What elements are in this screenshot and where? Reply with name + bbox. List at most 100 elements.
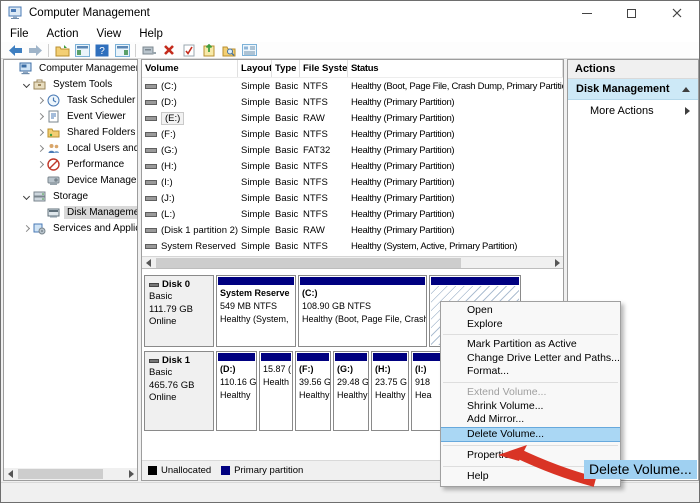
column-header-file-system[interactable]: File System (300, 60, 348, 77)
menu-file[interactable]: File (1, 25, 38, 42)
sidebar-item-device-manager[interactable]: Device Manager (4, 172, 137, 188)
menu-item-shrink-volume[interactable]: Shrink Volume... (441, 400, 620, 414)
collapse-icon[interactable] (682, 87, 690, 92)
scroll-right-icon[interactable] (551, 257, 563, 269)
disk-icon (149, 283, 159, 287)
menu-item-delete-volume[interactable]: Delete Volume... (441, 427, 620, 443)
menu-item-mark-partition-as-active[interactable]: Mark Partition as Active (441, 338, 620, 352)
sidebar-item-services-and-applications[interactable]: Services and Applications (4, 220, 137, 236)
volume-row[interactable]: (C:)SimpleBasicNTFSHealthy (Boot, Page F… (142, 78, 563, 94)
menu-item-change-drive-letter-and-paths[interactable]: Change Drive Letter and Paths... (441, 352, 620, 366)
properties-button[interactable] (239, 42, 259, 58)
menu-help[interactable]: Help (130, 25, 172, 42)
volume-row[interactable]: (H:)SimpleBasicNTFSHealthy (Primary Part… (142, 158, 563, 174)
check-document-button[interactable] (179, 42, 199, 58)
close-button[interactable] (654, 1, 699, 25)
sidebar-item-shared-folders[interactable]: Shared Folders (4, 124, 137, 140)
sidebar-item-computer-management-local[interactable]: Computer Management (Local (4, 60, 137, 76)
column-header-volume[interactable]: Volume (142, 60, 238, 77)
disk-header[interactable]: Disk 1Basic465.76 GBOnline (144, 351, 214, 431)
check-document-icon (183, 44, 195, 57)
partition-d[interactable]: (D:)110.16 GHealthy (216, 351, 257, 431)
actions-group-disk-management[interactable]: Disk Management (568, 79, 698, 100)
help-button[interactable]: ? (92, 42, 112, 58)
forward-button[interactable] (25, 42, 45, 58)
delete-x-button[interactable] (159, 42, 179, 58)
menu-item-explore[interactable]: Explore (441, 318, 620, 332)
cell: RAW (300, 222, 348, 238)
volume-icon (145, 100, 157, 105)
more-actions-item[interactable]: More Actions (568, 100, 698, 122)
partition-systemreserve[interactable]: System Reserve549 MB NTFSHealthy (System… (216, 275, 296, 347)
volume-row[interactable]: (G:)SimpleBasicFAT32Healthy (Primary Par… (142, 142, 563, 158)
expander-closed-icon[interactable] (34, 95, 47, 105)
sidebar-item-local-users-and-groups[interactable]: Local Users and Groups (4, 140, 137, 156)
partition[interactable]: 15.87 (Health (259, 351, 293, 431)
expander-closed-icon[interactable] (34, 143, 47, 153)
cell: Healthy (Primary Partition) (348, 126, 563, 142)
cell: Simple (238, 78, 272, 94)
partition-f[interactable]: (F:)39.56 GHealthy (295, 351, 331, 431)
volume-row[interactable]: (I:)SimpleBasicNTFSHealthy (Primary Part… (142, 174, 563, 190)
cell: Simple (238, 142, 272, 158)
partition-status-bar (218, 353, 255, 361)
partition-size: 15.87 ( (263, 363, 289, 376)
expander-open-icon[interactable] (20, 79, 33, 89)
volume-row[interactable]: (E:)SimpleBasicRAWHealthy (Primary Parti… (142, 110, 563, 126)
export-document-button[interactable] (199, 42, 219, 58)
disk-kind: Basic (149, 367, 209, 379)
volume-row[interactable]: (J:)SimpleBasicNTFSHealthy (Primary Part… (142, 190, 563, 206)
expander-closed-icon[interactable] (34, 127, 47, 137)
menu-action[interactable]: Action (38, 25, 88, 42)
console-tree-pane: Computer Management (LocalSystem ToolsTa… (3, 59, 138, 481)
volume-row[interactable]: (D:)SimpleBasicNTFSHealthy (Primary Part… (142, 94, 563, 110)
window-title: Computer Management (29, 7, 150, 19)
sidebar-item-task-scheduler[interactable]: Task Scheduler (4, 92, 137, 108)
sidebar-item-system-tools[interactable]: System Tools (4, 76, 137, 92)
column-header-layout[interactable]: Layout (238, 60, 272, 77)
volume-name: (J:) (161, 193, 175, 204)
expander-closed-icon[interactable] (34, 111, 47, 121)
show-console-tree-button[interactable] (72, 42, 92, 58)
partition-c[interactable]: (C:)108.90 GB NTFSHealthy (Boot, Page Fi… (298, 275, 427, 347)
volume-list-hscrollbar[interactable] (142, 256, 563, 268)
maximize-button[interactable] (609, 1, 654, 25)
volume-row[interactable]: (Disk 1 partition 2)SimpleBasicRAWHealth… (142, 222, 563, 238)
disk-size: 111.79 GB (149, 304, 209, 316)
disk-header[interactable]: Disk 0Basic111.79 GBOnline (144, 275, 214, 347)
sidebar-item-event-viewer[interactable]: Event Viewer (4, 108, 137, 124)
partition-label: (D:)110.16 GHealthy (217, 362, 256, 403)
console-gray-button[interactable] (139, 42, 159, 58)
partition-g[interactable]: (G:)29.48 GHealthy (333, 351, 369, 431)
scroll-left-icon[interactable] (142, 257, 154, 269)
volume-row[interactable]: (F:)SimpleBasicNTFSHealthy (Primary Part… (142, 126, 563, 142)
legend-unallocated: Unallocated (148, 465, 211, 476)
show-action-pane-button[interactable] (112, 42, 132, 58)
column-header-type[interactable]: Type (272, 60, 300, 77)
scroll-left-icon[interactable] (4, 468, 16, 480)
volume-row[interactable]: (L:)SimpleBasicNTFSHealthy (Primary Part… (142, 206, 563, 222)
tree-hscrollbar[interactable] (4, 468, 137, 480)
up-folder-button[interactable] (52, 42, 72, 58)
minimize-button[interactable] (564, 1, 609, 25)
menu-view[interactable]: View (88, 25, 131, 42)
back-button[interactable] (5, 42, 25, 58)
volume-icon (145, 116, 157, 121)
sidebar-item-disk-management[interactable]: Disk Management (4, 204, 137, 220)
volume-row[interactable]: System Reserved (K:)SimpleBasicNTFSHealt… (142, 238, 563, 254)
menu-item-format[interactable]: Format... (441, 365, 620, 379)
menu-item-add-mirror[interactable]: Add Mirror... (441, 413, 620, 427)
column-header-status[interactable]: Status (348, 60, 563, 77)
scroll-right-icon[interactable] (125, 468, 137, 480)
menu-item-open[interactable]: Open (441, 304, 620, 318)
cell: Healthy (System, Active, Primary Partiti… (348, 238, 563, 254)
find-folder-button[interactable] (219, 42, 239, 58)
sidebar-item-performance[interactable]: Performance (4, 156, 137, 172)
expander-closed-icon[interactable] (34, 159, 47, 169)
sidebar-item-storage[interactable]: Storage (4, 188, 137, 204)
partition-h[interactable]: (H:)23.75 GHealthy (371, 351, 409, 431)
expander-closed-icon[interactable] (20, 223, 33, 233)
partition-title: (D:) (220, 363, 253, 376)
cell: FAT32 (300, 142, 348, 158)
expander-open-icon[interactable] (20, 191, 33, 201)
